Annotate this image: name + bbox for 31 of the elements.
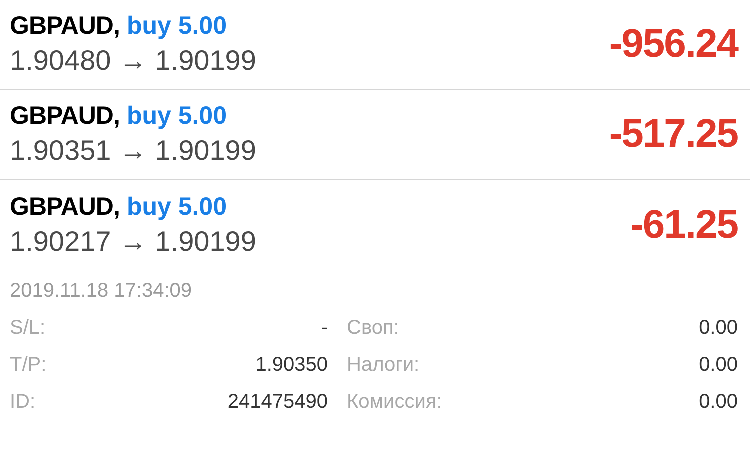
detail-value: 0.00: [699, 317, 738, 340]
symbol-text: GBPAUD,: [10, 102, 120, 131]
open-time: 2019.11.18 17:34:09: [10, 280, 194, 303]
detail-value: -: [321, 317, 328, 340]
detail-value: 241475490: [228, 391, 328, 414]
detail-label: Налоги:: [347, 354, 420, 377]
detail-label: ID:: [10, 391, 36, 414]
open-price: 1.90480: [10, 45, 112, 77]
detail-value: 0.00: [699, 354, 738, 377]
detail-label: Своп:: [347, 317, 400, 340]
detail-label: T/P:: [10, 354, 47, 377]
detail-value: 0.00: [699, 391, 738, 414]
symbol-text: GBPAUD,: [10, 12, 120, 41]
arrow-glyph: →: [119, 135, 148, 167]
trade-volume: buy 5.00: [126, 12, 227, 41]
detail-value: 1.90350: [256, 354, 328, 377]
detail-label: S/L:: [10, 317, 46, 340]
current-price: 1.90199: [155, 45, 256, 77]
open-price: 1.90217: [10, 226, 112, 258]
profit-value: -517.25: [609, 112, 738, 157]
current-price: 1.90199: [155, 135, 256, 167]
detail-label: Комиссия:: [347, 391, 442, 414]
trade-volume: buy 5.00: [126, 192, 227, 222]
arrow-glyph: →: [119, 226, 148, 258]
symbol-text: GBPAUD,: [10, 192, 120, 222]
profit-value: -956.24: [609, 22, 738, 67]
profit-value: -61.25: [630, 202, 738, 248]
open-price: 1.90351: [10, 135, 112, 167]
current-price: 1.90199: [155, 226, 256, 258]
trade-volume: buy 5.00: [126, 102, 227, 131]
arrow-glyph: →: [119, 45, 148, 77]
